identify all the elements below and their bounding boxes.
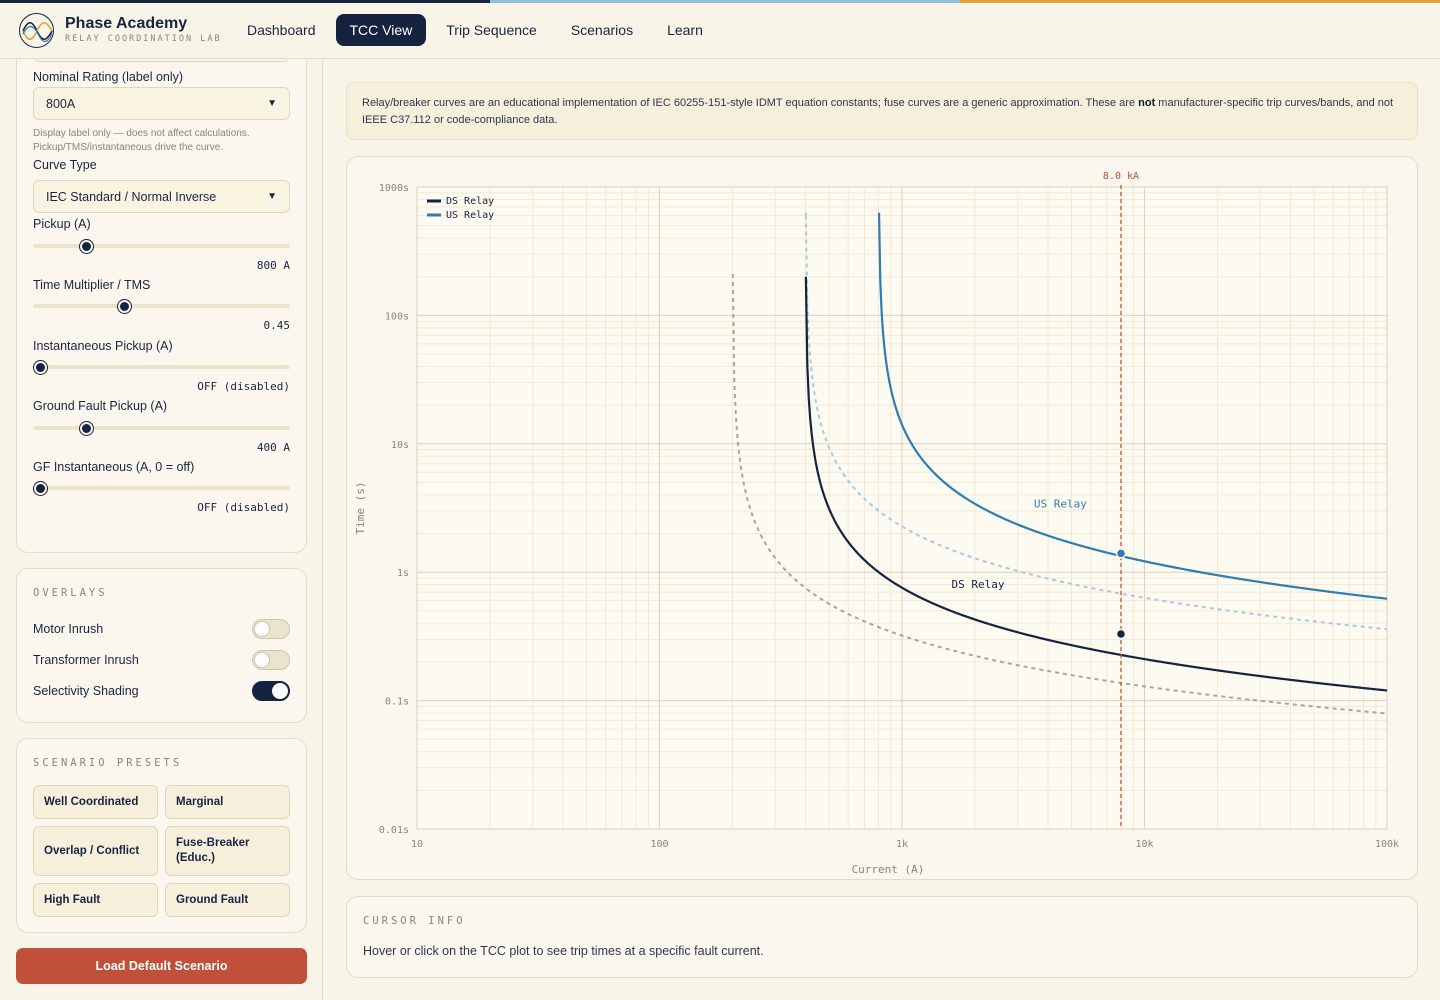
us-relay-curve-label: US Relay <box>1034 497 1087 510</box>
ground-fault-pickup-label: Ground Fault Pickup (A) <box>33 399 168 413</box>
preset-fuse-breaker-button[interactable]: Fuse-Breaker (Educ.) <box>165 826 290 876</box>
ground-fault-pickup-slider-thumb[interactable] <box>80 421 94 435</box>
pickup-slider[interactable] <box>33 239 290 253</box>
nav-trip-sequence[interactable]: Trip Sequence <box>432 14 551 46</box>
load-default-scenario-button[interactable]: Load Default Scenario <box>16 948 307 984</box>
y-tick-label: 10s <box>391 440 409 451</box>
pickup-label: Pickup (A) <box>33 217 91 231</box>
chevron-down-icon: ▼ <box>267 98 277 109</box>
nav-dashboard[interactable]: Dashboard <box>233 14 330 46</box>
nav-learn[interactable]: Learn <box>653 14 717 46</box>
instantaneous-pickup-value: OFF (disabled) <box>197 380 290 393</box>
y-axis-label: Time (s) <box>354 482 367 535</box>
preset-ground-fault-button[interactable]: Ground Fault <box>165 883 290 917</box>
nav-tcc-view[interactable]: TCC View <box>335 14 427 46</box>
nav-scenarios[interactable]: Scenarios <box>557 14 647 46</box>
x-tick-label: 100k <box>1375 839 1399 850</box>
cursor-info-title: CURSOR INFO <box>363 915 466 927</box>
curve-type-label: Curve Type <box>33 158 97 172</box>
scenario-presets-panel: SCENARIO PRESETS Well Coordinated Margin… <box>16 738 307 933</box>
sidebar: Relay — IEC IDMT educational model ▼ Nom… <box>0 60 323 1000</box>
nominal-rating-label: Nominal Rating (label only) <box>33 70 184 84</box>
gf-instantaneous-value: OFF (disabled) <box>197 501 290 514</box>
brand-subtitle: RELAY COORDINATION LAB <box>65 34 222 44</box>
overlay-label: Selectivity Shading <box>33 684 139 698</box>
ground-fault-pickup-value: 400 A <box>256 441 290 454</box>
cursor-info-panel: CURSOR INFO Hover or click on the TCC pl… <box>346 896 1418 978</box>
legend-entry: US Relay <box>446 210 494 221</box>
y-tick-label: 0.1s <box>385 697 409 708</box>
y-tick-label: 100s <box>385 311 409 322</box>
y-tick-label: 1000s <box>379 183 409 194</box>
disclaimer-text: Relay/breaker curves are an educational … <box>362 97 1139 109</box>
y-tick-label: 1s <box>397 568 409 579</box>
instantaneous-pickup-label: Instantaneous Pickup (A) <box>33 339 173 353</box>
x-tick-label: 100 <box>650 839 668 850</box>
x-axis-label: Current (A) <box>852 863 925 876</box>
tcc-plot[interactable]: 10 100 1k 10k 100k 1000s 100s 10s 1s 0.1s 0.01s Cur… <box>347 157 1419 881</box>
nominal-rating-select[interactable]: 800A ▼ <box>33 87 290 120</box>
tcc-chart-card: 10 100 1k 10k 100k 1000s 100s 10s 1s 0.1s 0.01s Cur… <box>346 156 1418 880</box>
chevron-down-icon: ▼ <box>267 191 277 202</box>
ds-relay-trip-point <box>1115 628 1127 640</box>
fault-current-label: 8.0 kA <box>1103 171 1139 182</box>
device-type-select[interactable]: Relay — IEC IDMT educational model ▼ <box>33 60 290 62</box>
motor-inrush-toggle[interactable] <box>252 619 290 639</box>
overlays-title: OVERLAYS <box>33 587 108 599</box>
tms-label: Time Multiplier / TMS <box>33 278 151 292</box>
overlay-selectivity-shading: Selectivity Shading <box>33 681 290 701</box>
preset-well-coordinated-button[interactable]: Well Coordinated <box>33 785 158 819</box>
legend-entry: DS Relay <box>446 196 494 207</box>
preset-marginal-button[interactable]: Marginal <box>165 785 290 819</box>
instantaneous-pickup-slider-thumb[interactable] <box>34 360 48 374</box>
preset-high-fault-button[interactable]: High Fault <box>33 883 158 917</box>
cursor-info-text: Hover or click on the TCC plot to see tr… <box>363 944 764 958</box>
overlay-label: Transformer Inrush <box>33 653 139 667</box>
pickup-value: 800 A <box>256 259 290 272</box>
main-nav: Dashboard TCC View Trip Sequence Scenari… <box>233 14 717 46</box>
tms-slider-thumb[interactable] <box>117 299 131 313</box>
toggle-knob <box>254 621 270 637</box>
pickup-slider-thumb[interactable] <box>80 239 94 253</box>
disclaimer-notice: Relay/breaker curves are an educational … <box>346 82 1418 140</box>
overlay-label: Motor Inrush <box>33 622 104 636</box>
selectivity-shading-toggle[interactable] <box>252 681 290 701</box>
gf-instantaneous-slider-thumb[interactable] <box>34 481 48 495</box>
us-relay-trip-point <box>1115 548 1127 559</box>
nominal-rating-value: 800A <box>46 96 76 111</box>
instantaneous-pickup-slider[interactable] <box>33 360 290 374</box>
toggle-knob <box>272 683 288 699</box>
preset-overlap-conflict-button[interactable]: Overlap / Conflict <box>33 826 158 876</box>
overlay-motor-inrush: Motor Inrush <box>33 619 290 639</box>
x-tick-label: 1k <box>896 839 908 850</box>
gf-instantaneous-label: GF Instantaneous (A, 0 = off) <box>33 460 195 474</box>
device-settings-panel: Relay — IEC IDMT educational model ▼ Nom… <box>16 60 307 553</box>
app-header: Phase Academy RELAY COORDINATION LAB Das… <box>0 3 1440 59</box>
disclaimer-emphasis: not <box>1138 97 1156 109</box>
brand-name: Phase Academy <box>65 15 188 32</box>
curve-type-select[interactable]: IEC Standard / Normal Inverse ▼ <box>33 180 290 213</box>
x-tick-label: 10k <box>1135 839 1153 850</box>
x-tick-label: 10 <box>411 839 423 850</box>
nominal-rating-hint: Display label only — does not affect cal… <box>33 128 250 153</box>
ds-relay-curve-label: DS Relay <box>951 578 1004 591</box>
overlay-transformer-inrush: Transformer Inrush <box>33 650 290 670</box>
gf-instantaneous-slider[interactable] <box>33 481 290 495</box>
overlays-panel: OVERLAYS Motor Inrush Transformer Inrush… <box>16 568 307 723</box>
transformer-inrush-toggle[interactable] <box>252 650 290 670</box>
y-tick-label: 0.01s <box>379 825 409 836</box>
toggle-knob <box>254 652 270 668</box>
tms-value: 0.45 <box>263 319 291 332</box>
scenario-presets-title: SCENARIO PRESETS <box>33 757 183 769</box>
brand-logo-icon[interactable] <box>19 13 54 48</box>
curve-type-value: IEC Standard / Normal Inverse <box>46 189 217 204</box>
ground-fault-pickup-slider[interactable] <box>33 421 290 435</box>
tms-slider[interactable] <box>33 299 290 313</box>
